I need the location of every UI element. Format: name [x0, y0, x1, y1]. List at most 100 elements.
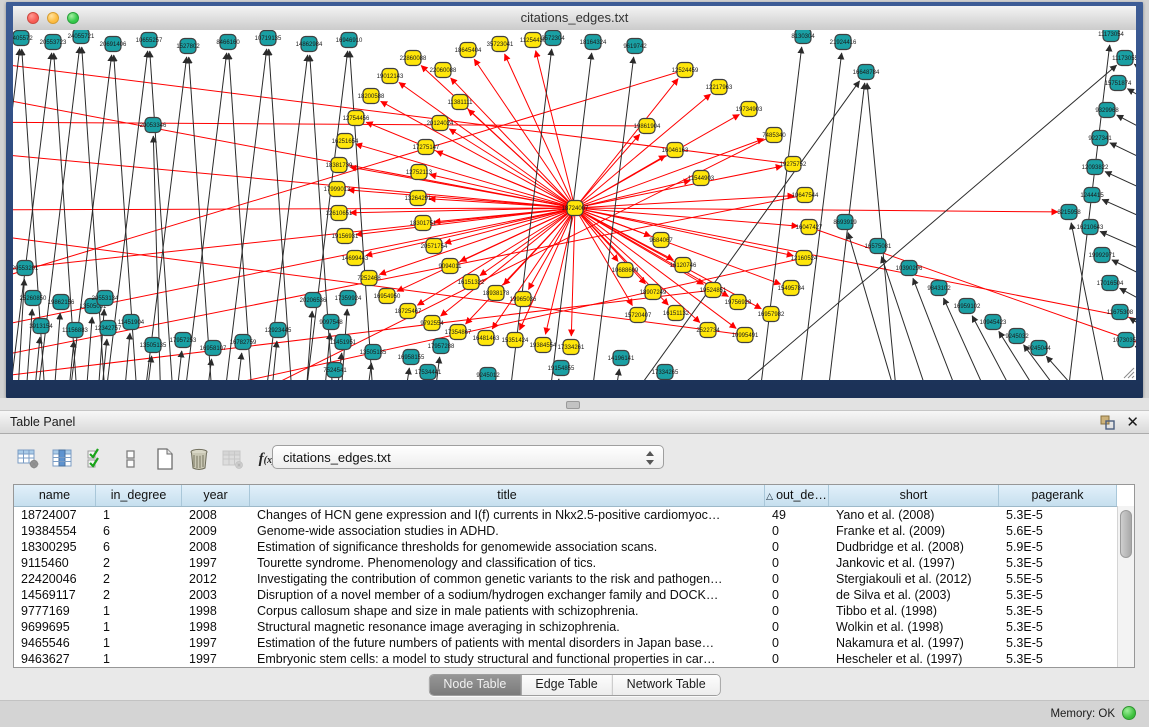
table-cell[interactable]: 2 — [96, 587, 182, 603]
graph-node[interactable]: 16957982 — [758, 307, 785, 322]
graph-node[interactable]: 17957253 — [170, 333, 197, 348]
graph-node[interactable]: 16954950 — [374, 289, 401, 304]
table-cell[interactable]: 9777169 — [14, 603, 96, 619]
graph-node[interactable]: 18381739 — [326, 158, 353, 173]
table-cell[interactable]: 2008 — [182, 507, 250, 523]
graph-node[interactable]: 11173055 — [1112, 51, 1136, 66]
table-row[interactable]: 1456911722003Disruption of a novel membe… — [14, 587, 1134, 603]
graph-node[interactable]: 14699443 — [342, 251, 369, 266]
resize-grip-icon[interactable] — [1121, 365, 1135, 379]
graph-node[interactable]: 2405572 — [13, 31, 33, 46]
graph-node[interactable]: 12217963 — [706, 80, 733, 95]
citation-edge-red[interactable] — [809, 227, 1136, 362]
graph-node[interactable]: 12754456 — [343, 111, 370, 126]
table-cell[interactable]: Tourette syndrome. Phenomenology and cla… — [250, 555, 765, 571]
column-header-year[interactable]: year — [182, 485, 250, 506]
table-cell[interactable]: 14569117 — [14, 587, 96, 603]
graph-node[interactable]: 10390296 — [896, 261, 923, 276]
table-row[interactable]: 969969511998Structural magnetic resonanc… — [14, 619, 1134, 635]
citation-edge-black[interactable] — [553, 379, 559, 380]
table-cell[interactable]: Dudbridge et al. (2008) — [829, 539, 999, 555]
table-mode-button[interactable] — [14, 445, 44, 473]
citation-edge-red[interactable] — [356, 144, 575, 208]
citation-edge-black[interactable] — [403, 368, 409, 380]
graph-node[interactable]: 11381111 — [448, 95, 474, 110]
graph-node[interactable]: 18907249 — [640, 285, 667, 300]
citation-edge-black[interactable] — [848, 233, 900, 380]
float-panel-icon[interactable] — [1099, 414, 1116, 431]
table-cell[interactable]: 2 — [96, 571, 182, 587]
window-titlebar[interactable]: citations_edges.txt — [13, 6, 1136, 31]
citation-edge-black[interactable] — [85, 317, 92, 380]
table-cell[interactable]: 0 — [765, 603, 829, 619]
create-column-button[interactable] — [150, 445, 180, 473]
graph-node[interactable]: 16575081 — [865, 239, 892, 254]
graph-node[interactable]: 8693919 — [833, 215, 857, 230]
table-cell[interactable]: Yano et al. (2008) — [829, 507, 999, 523]
table-select-dropdown[interactable]: citations_edges.txt — [272, 445, 664, 469]
tab-node-table[interactable]: Node Table — [429, 675, 521, 695]
table-cell[interactable]: 5.3E-5 — [999, 587, 1117, 603]
column-header-pagerank[interactable]: pagerank — [999, 485, 1117, 506]
graph-node[interactable]: 18938178 — [483, 286, 510, 301]
delete-column-button[interactable] — [184, 445, 214, 473]
citation-edge-black[interactable] — [1071, 223, 1109, 380]
graph-node[interactable]: 10719135 — [255, 31, 282, 46]
graph-node[interactable]: 11544903 — [688, 171, 715, 186]
table-cell[interactable]: Wolkin et al. (1998) — [829, 619, 999, 635]
table-cell[interactable]: 22420046 — [14, 571, 96, 587]
table-cell[interactable]: 49 — [765, 507, 829, 523]
graph-node[interactable]: 7252468 — [357, 271, 381, 286]
table-cell[interactable]: Stergiakouli et al. (2012) — [829, 571, 999, 587]
network-canvas[interactable]: 1872400722860088190121431820058812754456… — [13, 30, 1136, 380]
graph-node[interactable]: 9245032 — [1005, 329, 1029, 344]
table-cell[interactable]: 1 — [96, 603, 182, 619]
table-cell[interactable]: 1997 — [182, 635, 250, 651]
table-cell[interactable]: Corpus callosum shape and size in male p… — [250, 603, 765, 619]
citation-edge-black[interactable] — [123, 333, 130, 380]
citation-edge-black[interactable] — [223, 49, 267, 380]
graph-node[interactable]: 16648784 — [853, 65, 880, 80]
graph-node[interactable]: 20553723 — [40, 35, 67, 50]
graph-node[interactable]: 17359924 — [335, 291, 362, 306]
graph-node[interactable]: 19524851 — [700, 283, 727, 298]
graph-node[interactable]: 17334265 — [652, 365, 679, 380]
table-cell[interactable]: Hescheler et al. (1997) — [829, 651, 999, 667]
table-cell[interactable]: 5.3E-5 — [999, 507, 1117, 523]
graph-node[interactable]: 8466160 — [216, 35, 240, 50]
horizontal-splitter[interactable] — [0, 398, 1149, 410]
column-header-out_de[interactable]: △out_de… — [765, 485, 829, 506]
graph-node[interactable]: 16046163 — [662, 143, 689, 158]
graph-node[interactable]: 1527802 — [176, 39, 200, 54]
citation-edge-black[interactable] — [183, 53, 227, 380]
table-cell[interactable]: Tibbo et al. (1998) — [829, 603, 999, 619]
row-view-button[interactable] — [116, 445, 146, 473]
graph-node[interactable]: 12610651 — [326, 206, 353, 221]
graph-node[interactable]: 17354867 — [445, 325, 472, 340]
citation-edge-black[interactable] — [713, 65, 1117, 380]
graph-node[interactable]: 15720407 — [625, 308, 652, 323]
graph-node[interactable]: 12524459 — [672, 63, 699, 78]
graph-node[interactable]: 17334261 — [558, 340, 585, 355]
graph-node[interactable]: 7485340 — [762, 128, 786, 143]
graph-node[interactable]: 9227341 — [1088, 131, 1112, 146]
graph-node[interactable]: 14862984 — [296, 37, 323, 52]
table-cell[interactable]: 2008 — [182, 539, 250, 555]
table-cell[interactable]: 1998 — [182, 619, 250, 635]
graph-node[interactable]: 19154855 — [548, 361, 575, 376]
citation-edge-red[interactable] — [575, 208, 1058, 212]
citation-edge-black[interactable] — [33, 337, 40, 380]
graph-node[interactable]: 10655257 — [136, 33, 163, 48]
graph-node[interactable]: 1244415 — [1080, 188, 1104, 203]
citation-edge-black[interactable] — [235, 353, 242, 380]
table-row[interactable]: 946362711997Embryonic stem cells: a mode… — [14, 651, 1134, 667]
table-cell[interactable]: 2009 — [182, 523, 250, 539]
column-header-in_degree[interactable]: in_degree — [96, 485, 182, 506]
citation-edge-red[interactable] — [474, 59, 575, 208]
citation-edge-red[interactable] — [436, 151, 575, 208]
graph-node[interactable]: 13505185 — [360, 345, 387, 360]
citation-edge-red[interactable] — [575, 181, 690, 208]
graph-node[interactable]: 16151322 — [458, 275, 485, 290]
table-cell[interactable]: Changes of HCN gene expression and I(f) … — [250, 507, 765, 523]
graph-node[interactable]: 8215958 — [1057, 205, 1081, 220]
